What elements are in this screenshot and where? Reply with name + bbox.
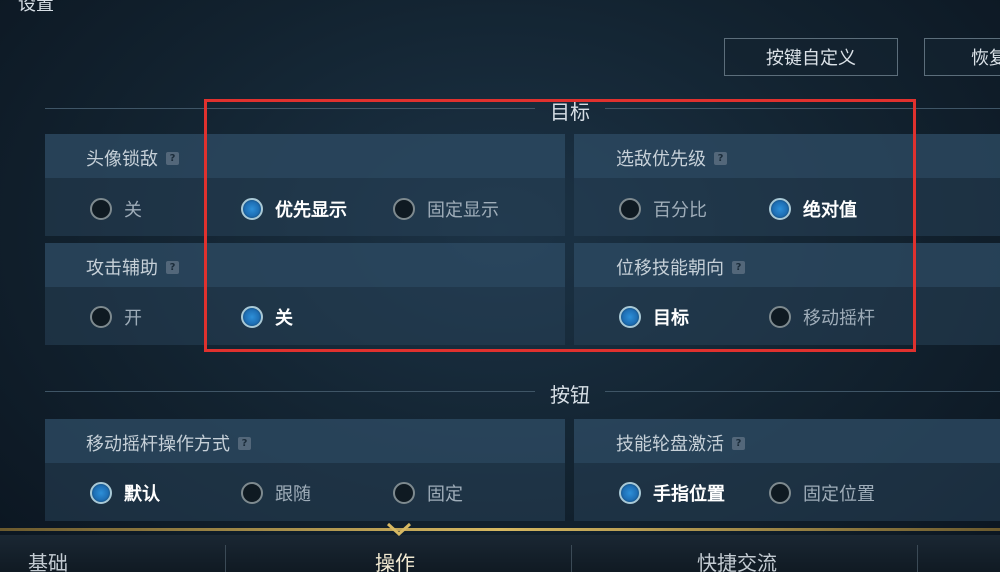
joystick-mode-option-follow[interactable]: 跟随 [241,480,311,506]
option-label: 目标 [653,308,689,329]
skill-direction-option-joystick[interactable]: 移动摇杆 [769,304,875,330]
radio-icon[interactable] [769,306,791,328]
skill-wheel-option-fixed[interactable]: 固定位置 [769,480,875,506]
section-divider-left [45,108,535,109]
radio-icon[interactable] [90,198,112,220]
section-title-buttons: 按钮 [550,383,590,407]
radio-selected-icon[interactable] [90,482,112,504]
help-icon[interactable]: ? [732,436,745,450]
skill-direction-option-target[interactable]: 目标 [619,304,689,330]
radio-icon[interactable] [619,198,641,220]
back-arrow-icon[interactable]: ‹ [0,0,1,13]
bottom-tab-bar [0,535,1000,572]
option-label: 固定显示 [427,200,499,221]
enemy-priority-option-absolute[interactable]: 绝对值 [769,196,857,222]
option-label: 百分比 [653,200,707,221]
option-label: 手指位置 [653,484,725,505]
enemy-priority-option-percent[interactable]: 百分比 [619,196,707,222]
help-icon[interactable]: ? [714,151,727,165]
option-label: 开 [124,308,142,329]
help-icon[interactable]: ? [732,260,745,274]
restore-default-button[interactable]: 恢复 [924,38,1000,76]
radio-selected-icon[interactable] [241,198,263,220]
attack-assist-label-text: 攻击辅助 [86,258,158,279]
avatar-lock-option-priority[interactable]: 优先显示 [241,196,347,222]
option-label: 绝对值 [803,200,857,221]
tab-bar-gold-line [0,528,1000,531]
active-tab-chevron-icon [386,522,412,536]
avatar-lock-label: 头像锁敌 ? [86,145,179,171]
attack-assist-label: 攻击辅助 ? [86,254,179,280]
radio-icon[interactable] [241,482,263,504]
radio-icon[interactable] [393,198,415,220]
joystick-mode-option-fixed[interactable]: 固定 [393,480,463,506]
radio-selected-icon[interactable] [619,306,641,328]
avatar-lock-option-fixed[interactable]: 固定显示 [393,196,499,222]
radio-icon[interactable] [769,482,791,504]
settings-screen: ‹ 设置 按键自定义 恢复 目标 头像锁敌 ? 关 优先显示 固定显示 选敌优先… [0,0,1000,572]
radio-selected-icon[interactable] [241,306,263,328]
section-title-target: 目标 [550,100,590,124]
option-label: 关 [275,308,293,329]
tab-separator [917,545,918,572]
attack-assist-option-on[interactable]: 开 [90,304,142,330]
radio-selected-icon[interactable] [769,198,791,220]
radio-icon[interactable] [393,482,415,504]
custom-keys-button[interactable]: 按键自定义 [724,38,898,76]
tab-basic[interactable]: 基础 [28,547,68,572]
section-divider-right [605,391,1000,392]
radio-icon[interactable] [90,306,112,328]
joystick-mode-label-text: 移动摇杆操作方式 [86,434,230,455]
option-label: 关 [124,200,142,221]
section-divider-left [45,391,535,392]
avatar-lock-option-off[interactable]: 关 [90,196,142,222]
help-icon[interactable]: ? [238,436,251,450]
option-label: 固定位置 [803,484,875,505]
tab-separator [571,545,572,572]
tab-quick-chat[interactable]: 快捷交流 [697,547,777,572]
joystick-mode-option-default[interactable]: 默认 [90,480,160,506]
option-label: 优先显示 [275,200,347,221]
skill-wheel-label: 技能轮盘激活 ? [616,430,745,456]
attack-assist-option-off[interactable]: 关 [241,304,293,330]
page-title: 设置 [18,0,54,15]
enemy-priority-label: 选敌优先级 ? [616,145,727,171]
option-label: 默认 [124,484,160,505]
option-label: 移动摇杆 [803,308,875,329]
option-label: 跟随 [275,484,311,505]
skill-direction-label-text: 位移技能朝向 [616,258,724,279]
help-icon[interactable]: ? [166,151,179,165]
skill-wheel-option-finger[interactable]: 手指位置 [619,480,725,506]
joystick-mode-label: 移动摇杆操作方式 ? [86,430,251,456]
radio-selected-icon[interactable] [619,482,641,504]
skill-wheel-label-text: 技能轮盘激活 [616,434,724,455]
section-divider-right [605,108,1000,109]
tab-separator [225,545,226,572]
skill-direction-label: 位移技能朝向 ? [616,254,745,280]
enemy-priority-label-text: 选敌优先级 [616,149,706,170]
option-label: 固定 [427,484,463,505]
avatar-lock-label-text: 头像锁敌 [86,149,158,170]
help-icon[interactable]: ? [166,260,179,274]
tab-operation[interactable]: 操作 [375,547,415,572]
